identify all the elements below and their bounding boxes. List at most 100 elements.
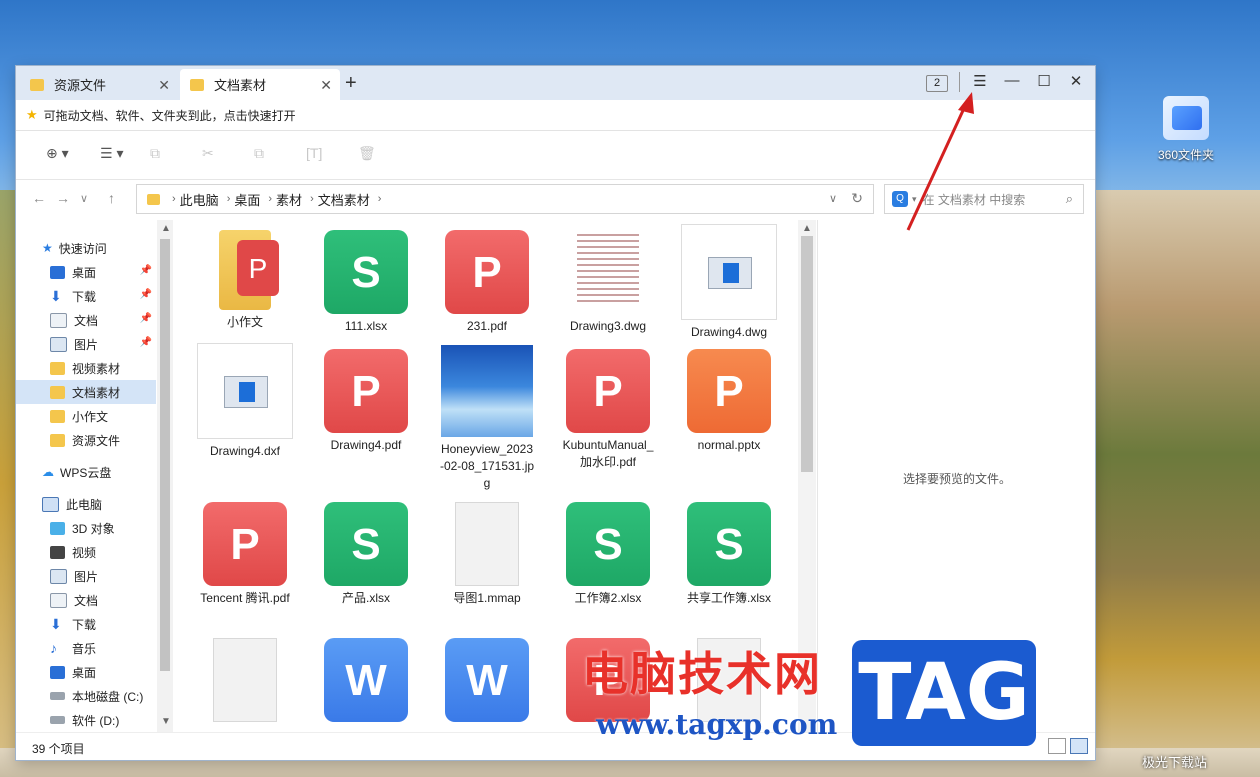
chevron-down-icon[interactable]: ∨ bbox=[829, 192, 837, 205]
sidebar-item-downloads[interactable]: ⬇ 下载 📌 bbox=[16, 284, 156, 308]
sidebar-item-pc-pictures[interactable]: 图片 bbox=[16, 564, 156, 588]
spreadsheet-icon: S bbox=[566, 502, 650, 586]
file-item[interactable]: S 产品.xlsx bbox=[310, 502, 422, 607]
sidebar-item-desktop[interactable]: 桌面 📌 bbox=[16, 260, 156, 284]
document-icon bbox=[50, 312, 67, 328]
back-icon[interactable]: ← bbox=[32, 190, 46, 206]
file-item[interactable]: Drawing4.dxf bbox=[189, 343, 301, 460]
up-icon[interactable]: ↑ bbox=[108, 190, 115, 206]
file-item[interactable]: S 共享工作簿.xlsx bbox=[673, 502, 785, 607]
menu-button[interactable]: ☰ bbox=[969, 72, 991, 92]
preview-message: 选择要预览的文件。 bbox=[902, 472, 1011, 486]
pin-icon[interactable]: 📌 bbox=[140, 265, 152, 276]
sidebar-item-short-essay[interactable]: 小作文 bbox=[16, 404, 156, 428]
sidebar-item-documents[interactable]: 文档 📌 bbox=[16, 308, 156, 332]
sidebar-item-pictures[interactable]: 图片 📌 bbox=[16, 332, 156, 356]
sidebar-label: 桌面 bbox=[72, 265, 97, 280]
rename-icon[interactable]: [T] bbox=[306, 145, 322, 165]
address-bar[interactable]: › 此电脑 › 桌面 › 素材 › 文档素材 › ∨ ↻ bbox=[136, 184, 874, 214]
file-item[interactable]: Drawing4.dwg bbox=[673, 224, 785, 341]
breadcrumb-document-materials[interactable]: 文档素材 bbox=[318, 190, 370, 209]
scroll-up-icon[interactable]: ▲ bbox=[802, 223, 812, 234]
navigation-pane: ★ 快速访问 桌面 📌 ⬇ 下载 📌 文档 📌 图片 📌 视频素材 文档素材 小… bbox=[16, 220, 173, 732]
sidebar-scrollbar-thumb[interactable] bbox=[160, 239, 170, 671]
file-name: Drawing4.pdf bbox=[330, 438, 402, 452]
file-item[interactable]: P 231.pdf bbox=[431, 230, 543, 335]
file-item[interactable]: W bbox=[431, 638, 543, 726]
folder-icon bbox=[1163, 96, 1209, 140]
details-view-icon[interactable] bbox=[1048, 738, 1066, 754]
refresh-icon[interactable]: ↻ bbox=[851, 190, 863, 207]
music-icon: ♪ bbox=[50, 639, 57, 656]
document-preview-icon bbox=[575, 230, 641, 314]
delete-icon[interactable]: 🗑 bbox=[358, 145, 376, 165]
paste-icon[interactable]: ⧉ bbox=[254, 145, 264, 165]
new-item-button[interactable]: ⊕ ▾ bbox=[46, 145, 69, 165]
file-item[interactable]: P normal.pptx bbox=[673, 349, 785, 454]
close-tab-icon[interactable]: ✕ bbox=[158, 77, 170, 94]
sidebar-item-document-materials[interactable]: 文档素材 bbox=[16, 380, 156, 404]
pin-icon[interactable]: 📌 bbox=[140, 313, 152, 324]
presentation-icon: P bbox=[687, 349, 771, 433]
sidebar-quick-access[interactable]: ★ 快速访问 bbox=[16, 236, 156, 260]
pin-icon[interactable]: 📌 bbox=[140, 289, 152, 300]
sidebar-item-music[interactable]: ♪ 音乐 bbox=[16, 636, 156, 660]
forward-icon[interactable]: → bbox=[56, 190, 70, 206]
file-item[interactable]: P KubuntuManual_加水印.pdf bbox=[552, 349, 664, 471]
sidebar-item-pc-documents[interactable]: 文档 bbox=[16, 588, 156, 612]
file-item[interactable]: Honeyview_2023-02-08_171531.jpg bbox=[431, 345, 543, 492]
scroll-down-icon[interactable]: ▼ bbox=[161, 716, 171, 727]
sidebar-label: 下载 bbox=[72, 289, 97, 304]
breadcrumb-materials[interactable]: 素材 bbox=[276, 190, 302, 209]
maximize-button[interactable]: ☐ bbox=[1033, 72, 1055, 92]
tab-document-materials[interactable]: 文档素材 ✕ bbox=[180, 69, 340, 100]
file-name: 231.pdf bbox=[466, 319, 508, 333]
new-tab-button[interactable]: + bbox=[345, 72, 357, 95]
close-window-button[interactable]: ✕ bbox=[1065, 72, 1087, 92]
sidebar-this-pc[interactable]: 此电脑 bbox=[16, 492, 156, 516]
breadcrumb-this-pc[interactable]: 此电脑 bbox=[180, 190, 219, 209]
scroll-up-icon[interactable]: ▲ bbox=[161, 223, 171, 234]
watermark-tag-logo: TAG bbox=[852, 640, 1036, 746]
sidebar-item-pc-desktop[interactable]: 桌面 bbox=[16, 660, 156, 684]
sidebar-wps-cloud[interactable]: ☁ WPS云盘 bbox=[16, 460, 156, 484]
file-item[interactable]: P 小作文 bbox=[189, 230, 301, 331]
sidebar-item-resources[interactable]: 资源文件 bbox=[16, 428, 156, 452]
download-icon: ⬇ bbox=[50, 615, 62, 632]
file-item[interactable]: P Tencent 腾讯.pdf bbox=[189, 502, 301, 607]
desktop-shortcut-360-folder[interactable]: 360文件夹 bbox=[1150, 96, 1222, 163]
close-tab-icon[interactable]: ✕ bbox=[320, 77, 332, 94]
large-icons-view-icon[interactable] bbox=[1070, 738, 1088, 754]
file-item[interactable] bbox=[189, 638, 301, 726]
file-grid-scrollbar-thumb[interactable] bbox=[801, 236, 813, 472]
sidebar-item-pc-downloads[interactable]: ⬇ 下载 bbox=[16, 612, 156, 636]
minimize-button[interactable]: — bbox=[1001, 72, 1023, 92]
pin-icon[interactable]: 📌 bbox=[140, 337, 152, 348]
sidebar-item-drive-d[interactable]: 软件 (D:) bbox=[16, 708, 156, 732]
folder-icon bbox=[50, 361, 65, 375]
recent-chevron-icon[interactable]: ∨ bbox=[80, 192, 88, 205]
file-item[interactable]: S 111.xlsx bbox=[310, 230, 422, 335]
folder-icon bbox=[147, 193, 160, 205]
sidebar-item-videos[interactable]: 视频 bbox=[16, 540, 156, 564]
copy-icon[interactable]: ⧉ bbox=[150, 145, 160, 165]
search-icon[interactable]: ⌕ bbox=[1066, 191, 1073, 207]
folder-icon: P bbox=[219, 230, 279, 310]
tab-resources[interactable]: 资源文件 ✕ bbox=[20, 69, 178, 100]
sidebar-item-3d-objects[interactable]: 3D 对象 bbox=[16, 516, 156, 540]
sidebar-item-drive-c[interactable]: 本地磁盘 (C:) bbox=[16, 684, 156, 708]
view-menu-button[interactable]: ☰ ▾ bbox=[100, 145, 123, 165]
cut-icon[interactable]: ✂ bbox=[202, 145, 214, 165]
sidebar-item-video-materials[interactable]: 视频素材 bbox=[16, 356, 156, 380]
cad-file-icon bbox=[197, 343, 293, 439]
file-item[interactable]: Drawing3.dwg bbox=[552, 230, 664, 335]
file-item[interactable]: 导图1.mmap bbox=[431, 502, 543, 607]
file-item[interactable]: W bbox=[310, 638, 422, 726]
image-thumbnail bbox=[441, 345, 533, 437]
breadcrumb-desktop[interactable]: 桌面 bbox=[234, 190, 260, 209]
file-item[interactable]: S 工作簿2.xlsx bbox=[552, 502, 664, 607]
tab-label: 资源文件 bbox=[54, 78, 107, 93]
file-item[interactable]: P Drawing4.pdf bbox=[310, 349, 422, 454]
sidebar-label: 3D 对象 bbox=[72, 521, 115, 536]
pdf-icon: P bbox=[566, 349, 650, 433]
